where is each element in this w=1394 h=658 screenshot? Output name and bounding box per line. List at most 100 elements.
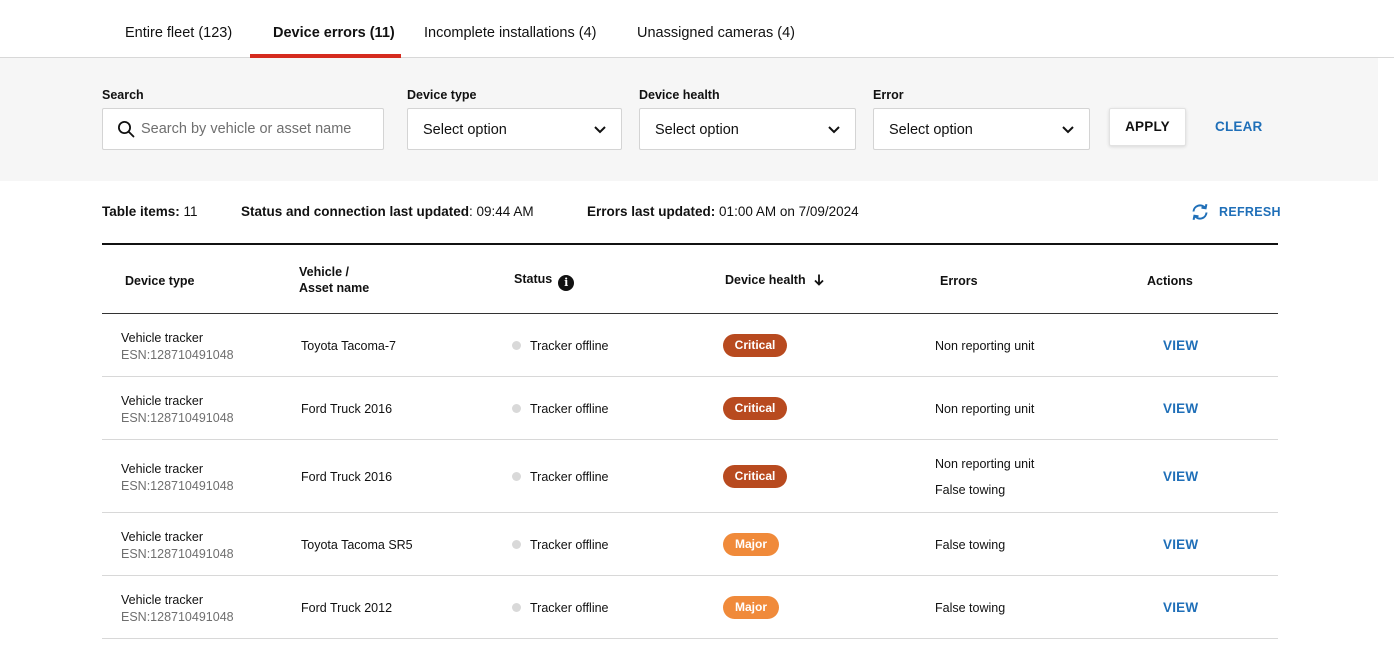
table-row: Vehicle tracker ESN:128710491048 Ford Tr… — [102, 440, 1278, 513]
error-text: Non reporting unit — [935, 457, 1035, 471]
view-button[interactable]: VIEW — [1163, 469, 1198, 484]
header-status-label: Status — [514, 272, 553, 286]
header-actions: Actions — [1147, 274, 1193, 288]
refresh-label: REFRESH — [1219, 205, 1281, 219]
device-type-text: Vehicle tracker — [121, 462, 203, 476]
status-dot-icon — [512, 540, 521, 549]
device-type-label: Device type — [407, 88, 477, 102]
status-text: Tracker offline — [530, 339, 609, 353]
chevron-down-icon — [1062, 126, 1074, 134]
device-cell: Vehicle tracker ESN:128710491048 — [121, 593, 234, 624]
status-updated-info: Status and connection last updated: 09:4… — [241, 204, 534, 219]
device-esn: ESN:128710491048 — [121, 479, 234, 493]
status-dot-icon — [512, 603, 521, 612]
device-type-text: Vehicle tracker — [121, 530, 203, 544]
header-errors: Errors — [940, 274, 978, 288]
error-text: False towing — [935, 538, 1006, 552]
device-esn: ESN:128710491048 — [121, 348, 234, 362]
status-text: Tracker offline — [530, 470, 609, 484]
search-field[interactable] — [102, 108, 384, 150]
view-button[interactable]: VIEW — [1163, 600, 1198, 615]
tab-incomplete-installations[interactable]: Incomplete installations (4) — [424, 0, 596, 58]
view-button[interactable]: VIEW — [1163, 537, 1198, 552]
status-cell: Tracker offline — [512, 339, 609, 353]
health-badge: Major — [723, 533, 779, 556]
device-type-text: Vehicle tracker — [121, 593, 203, 607]
device-health-label: Device health — [639, 88, 720, 102]
table-items-count: 11 — [183, 204, 198, 219]
device-type-text: Vehicle tracker — [121, 331, 203, 345]
tab-device-errors[interactable]: Device errors (11) — [273, 0, 395, 58]
error-label: Error — [873, 88, 904, 102]
error-text: False towing — [935, 601, 1006, 615]
table-row: Vehicle tracker ESN:128710491048 Toyota … — [102, 314, 1278, 377]
refresh-icon — [1192, 204, 1208, 220]
table-items-label: Table items: — [102, 204, 180, 219]
header-device-health[interactable]: Device health — [725, 272, 824, 288]
clear-button[interactable]: CLEAR — [1215, 108, 1263, 146]
error-value: Select option — [889, 122, 973, 138]
header-vehicle-line1: Vehicle / — [299, 265, 350, 279]
device-health-select[interactable]: Select option — [639, 108, 856, 150]
health-badge: Major — [723, 596, 779, 619]
tab-entire-fleet[interactable]: Entire fleet (123) — [125, 0, 232, 58]
tab-unassigned-cameras[interactable]: Unassigned cameras (4) — [637, 0, 795, 58]
vehicle-name: Ford Truck 2016 — [301, 402, 393, 416]
device-cell: Vehicle tracker ESN:128710491048 — [121, 331, 234, 362]
device-esn: ESN:128710491048 — [121, 610, 234, 624]
health-badge: Critical — [723, 465, 787, 488]
device-type-select[interactable]: Select option — [407, 108, 622, 150]
status-text: Tracker offline — [530, 601, 609, 615]
device-cell: Vehicle tracker ESN:128710491048 — [121, 530, 234, 561]
info-icon[interactable]: i — [558, 275, 575, 291]
status-cell: Tracker offline — [512, 601, 609, 615]
apply-button[interactable]: APPLY — [1109, 108, 1186, 146]
status-dot-icon — [512, 404, 521, 413]
table-row: Vehicle tracker ESN:128710491048 Ford Tr… — [102, 576, 1278, 639]
device-esn: ESN:128710491048 — [121, 547, 234, 561]
arrow-down-icon — [813, 274, 824, 286]
device-cell: Vehicle tracker ESN:128710491048 — [121, 462, 234, 493]
table-items-info: Table items: 11 — [102, 204, 198, 219]
refresh-button[interactable]: REFRESH — [1190, 201, 1281, 223]
device-type-value: Select option — [423, 122, 507, 138]
vehicle-name: Toyota Tacoma-7 — [301, 339, 396, 353]
health-badge: Critical — [723, 334, 787, 357]
error-text: Non reporting unit — [935, 339, 1035, 353]
header-vehicle[interactable]: Vehicle / Asset name — [299, 264, 369, 296]
view-button[interactable]: VIEW — [1163, 338, 1198, 353]
errors-updated-info: Errors last updated: 01:00 AM on 7/09/20… — [587, 204, 859, 219]
chevron-down-icon — [594, 126, 606, 134]
status-text: Tracker offline — [530, 402, 609, 416]
table-row: Vehicle tracker ESN:128710491048 Toyota … — [102, 513, 1278, 576]
error-text: Non reporting unit — [935, 402, 1035, 416]
status-updated-time: : 09:44 AM — [469, 204, 534, 219]
vehicle-name: Toyota Tacoma SR5 — [301, 538, 413, 552]
search-input[interactable] — [141, 109, 377, 149]
status-text: Tracker offline — [530, 538, 609, 552]
status-cell: Tracker offline — [512, 470, 609, 484]
status-dot-icon — [512, 472, 521, 481]
vehicle-name: Ford Truck 2016 — [301, 470, 393, 484]
error-select[interactable]: Select option — [873, 108, 1090, 150]
errors-updated-time: 01:00 AM on 7/09/2024 — [719, 204, 859, 219]
search-icon — [118, 121, 135, 138]
tab-bar: Entire fleet (123) Device errors (11) In… — [0, 0, 1394, 58]
errors-updated-label: Errors last updated: — [587, 204, 716, 219]
header-vehicle-line2: Asset name — [299, 281, 370, 295]
table-row: Vehicle tracker ESN:128710491048 Ford Tr… — [102, 377, 1278, 440]
status-updated-label: Status and connection last updated — [241, 204, 470, 219]
status-cell: Tracker offline — [512, 402, 609, 416]
view-button[interactable]: VIEW — [1163, 401, 1198, 416]
header-device-type[interactable]: Device type — [125, 273, 194, 289]
status-cell: Tracker offline — [512, 538, 609, 552]
status-dot-icon — [512, 341, 521, 350]
device-esn: ESN:128710491048 — [121, 411, 234, 425]
filter-panel: Search Device type Select option Device … — [0, 58, 1378, 181]
device-cell: Vehicle tracker ESN:128710491048 — [121, 394, 234, 425]
header-status[interactable]: Status i — [514, 271, 575, 291]
vehicle-name: Ford Truck 2012 — [301, 601, 393, 615]
header-device-health-label: Device health — [725, 273, 806, 287]
device-health-value: Select option — [655, 122, 739, 138]
search-label: Search — [102, 88, 144, 102]
